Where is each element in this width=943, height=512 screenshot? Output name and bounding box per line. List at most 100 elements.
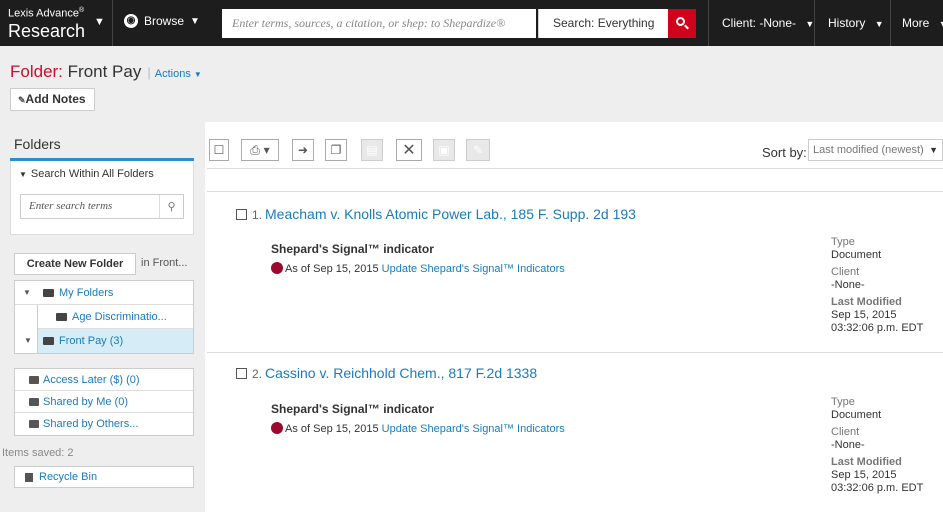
- tree-item-label: My Folders: [59, 287, 114, 299]
- search-within-toggle[interactable]: ▼ Search Within All Folders: [19, 168, 154, 180]
- history-menu[interactable]: History ▼: [828, 16, 884, 30]
- globe-icon: ◉: [124, 14, 138, 28]
- search-scope-label: Search: Everything: [553, 16, 655, 30]
- divider: [112, 0, 113, 46]
- trash-icon: [25, 473, 33, 482]
- product-switcher-chevron-icon[interactable]: ▼: [94, 16, 105, 28]
- result-title[interactable]: 2. Cassino v. Reichhold Chem., 817 F.2d 1…: [236, 365, 537, 381]
- create-new-folder-button[interactable]: Create New Folder: [14, 253, 136, 275]
- result-number: 2.: [252, 367, 263, 381]
- divider: [207, 168, 943, 169]
- last-modified-date: Sep 15, 2015: [831, 469, 897, 481]
- signal-date: As of Sep 15, 2015: [285, 423, 379, 435]
- result-meta: Type Document Client -None- Last Modifie…: [831, 396, 923, 495]
- share-button[interactable]: ▣: [433, 139, 455, 161]
- last-modified-time: 03:32:06 p.m. EDT: [831, 322, 924, 334]
- folders-sidebar: Folders ▼ Search Within All Folders Enter…: [0, 122, 205, 512]
- divider: [890, 0, 891, 46]
- chevron-down-icon: ▼: [874, 19, 884, 29]
- result-link[interactable]: Cassino v. Reichhold Chem., 817 F.2d 133…: [265, 365, 537, 381]
- main-search-input[interactable]: Enter terms, sources, a citation, or she…: [222, 9, 536, 38]
- shared-folders-list: Access Later ($) (0) Shared by Me (0) Sh…: [14, 368, 194, 436]
- chevron-down-icon: ▼: [190, 15, 200, 27]
- more-menu[interactable]: More ▼: [902, 16, 943, 30]
- folder-tree: ▼ My Folders Age Discriminatio... ▼ Fron…: [14, 280, 194, 354]
- shepards-signal-icon: [271, 262, 283, 274]
- share-icon: ▣: [438, 143, 450, 157]
- signal-heading: Shepard's Signal™ indicator: [271, 242, 434, 256]
- note-icon: ✎: [18, 95, 26, 105]
- checkbox-icon: ☐: [213, 143, 225, 157]
- type-value: Document: [831, 249, 882, 261]
- divider: [814, 0, 815, 46]
- sort-value: Last modified (newest): [813, 144, 924, 156]
- tree-item-my-folders[interactable]: ▼ My Folders: [15, 281, 193, 305]
- result-link[interactable]: Meacham v. Knolls Atomic Power Lab., 185…: [265, 206, 636, 222]
- folder-icon: [43, 337, 54, 345]
- search-icon-handle: [684, 24, 689, 30]
- tools-button[interactable]: ✎: [466, 139, 490, 161]
- client-menu[interactable]: Client: -None- ▼: [722, 16, 814, 30]
- divider: [708, 0, 709, 46]
- print-button[interactable]: ⎙ ▾: [241, 139, 279, 161]
- chevron-down-icon: ▼: [19, 170, 27, 179]
- last-modified-time: 03:32:06 p.m. EDT: [831, 482, 924, 494]
- shared-by-me-link[interactable]: Shared by Me (0): [15, 391, 193, 413]
- chevron-down-icon: ▼: [939, 19, 943, 29]
- type-label: Type: [831, 396, 855, 408]
- chevron-down-icon: ▼: [929, 145, 938, 155]
- close-icon: ✕: [402, 140, 416, 159]
- history-label: History: [828, 16, 866, 30]
- result-checkbox[interactable]: [236, 209, 247, 220]
- chevron-down-icon[interactable]: ▼: [23, 281, 31, 305]
- folder-label: Folder:: [10, 62, 63, 81]
- actions-menu[interactable]: Actions ▼: [155, 68, 202, 80]
- result-title[interactable]: 1. Meacham v. Knolls Atomic Power Lab., 1…: [236, 206, 636, 222]
- result-checkbox[interactable]: [236, 368, 247, 379]
- select-all-checkbox[interactable]: ☐: [209, 139, 229, 161]
- notes-button[interactable]: ▤: [361, 139, 383, 161]
- more-label: More: [902, 16, 930, 30]
- printer-icon: ⎙ ▾: [250, 143, 270, 157]
- move-button[interactable]: ➜: [292, 139, 314, 161]
- chevron-down-icon[interactable]: ▼: [24, 329, 32, 353]
- lexis-brand-logo[interactable]: Lexis Advance® Research: [8, 5, 85, 42]
- update-signal-link[interactable]: Update Shepard's Signal™ Indicators: [382, 263, 565, 275]
- items-saved-count: Items saved: 2: [2, 447, 74, 459]
- update-signal-link[interactable]: Update Shepard's Signal™ Indicators: [382, 423, 565, 435]
- copy-icon: ❐: [330, 143, 342, 157]
- wrench-icon: ✎: [472, 143, 484, 157]
- shepards-signal-icon: [271, 422, 283, 434]
- divider: [207, 352, 943, 353]
- shared-by-others-link[interactable]: Shared by Others...: [15, 413, 193, 435]
- search-icon[interactable]: ⚲: [159, 195, 183, 218]
- copy-button[interactable]: ❐: [325, 139, 347, 161]
- delete-button[interactable]: ✕: [396, 139, 422, 161]
- top-navigation-bar: Lexis Advance® Research ▼ ◉ Browse ▼ Ent…: [0, 0, 943, 58]
- last-modified-date: Sep 15, 2015: [831, 309, 897, 321]
- search-button[interactable]: [668, 9, 696, 38]
- calendar-icon: [29, 376, 39, 384]
- brand-big-text: Research: [8, 20, 86, 41]
- search-scope-dropdown[interactable]: Search: Everything ▼: [538, 9, 668, 58]
- tree-item-age-discrimination[interactable]: Age Discriminatio...: [38, 305, 193, 329]
- tree-item-front-pay[interactable]: ▼ Front Pay (3): [24, 329, 193, 353]
- page-title: Folder: Front Pay | Actions ▼: [10, 62, 202, 82]
- chevron-down-icon: ▼: [193, 70, 202, 79]
- sort-dropdown[interactable]: Last modified (newest) ▼: [808, 139, 943, 161]
- tree-item-label: Front Pay (3): [59, 335, 124, 347]
- recycle-bin-link[interactable]: Recycle Bin: [14, 466, 194, 488]
- divider: |: [147, 65, 151, 80]
- shared-folder-icon: [29, 420, 39, 428]
- folder-search-input[interactable]: Enter search terms ⚲: [20, 194, 184, 219]
- folder-search-placeholder: Enter search terms: [29, 200, 113, 212]
- sort-label: Sort by:: [762, 145, 807, 160]
- folder-header: Folder: Front Pay | Actions ▼ ✎Add Notes: [0, 46, 943, 122]
- client-label: Client: [831, 266, 860, 278]
- client-label: Client: [831, 426, 860, 438]
- document-icon: ▤: [366, 143, 378, 157]
- signal-date: As of Sep 15, 2015: [285, 263, 379, 275]
- add-notes-button[interactable]: ✎Add Notes: [10, 88, 95, 111]
- access-later-link[interactable]: Access Later ($) (0): [15, 369, 193, 391]
- browse-menu[interactable]: ◉ Browse ▼: [124, 14, 200, 28]
